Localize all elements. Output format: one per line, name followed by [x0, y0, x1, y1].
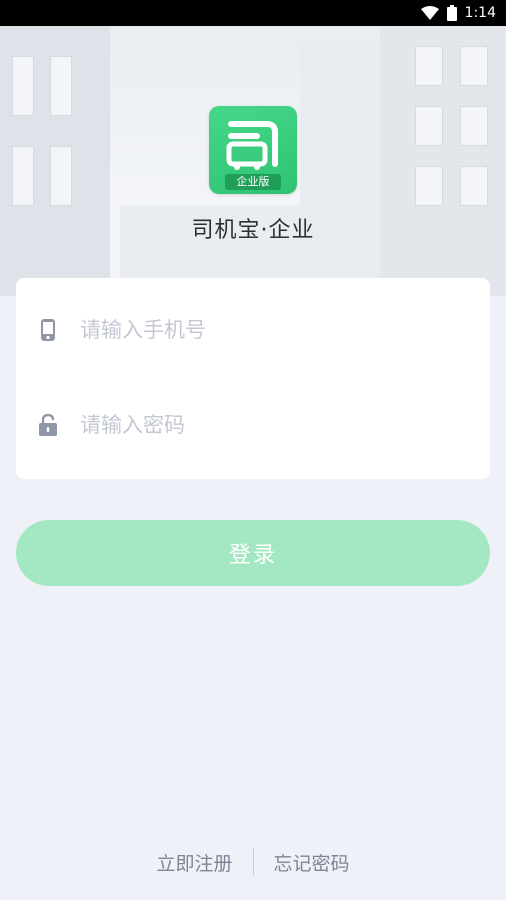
forgot-password-link[interactable]: 忘记密码 — [274, 849, 350, 876]
building-decoration — [300, 46, 380, 296]
password-field — [16, 377, 490, 473]
window-decoration — [415, 106, 443, 146]
battery-icon — [446, 5, 457, 21]
logo-badge: 企业版 — [225, 174, 281, 190]
window-decoration — [12, 146, 34, 206]
app-logo-icon: 企业版 — [209, 106, 297, 194]
phone-field — [16, 282, 490, 378]
login-form — [16, 278, 490, 479]
login-button[interactable]: 登录 — [16, 520, 490, 586]
register-link[interactable]: 立即注册 — [156, 849, 232, 876]
window-decoration — [12, 56, 34, 116]
footer-divider — [252, 848, 254, 876]
window-decoration — [415, 166, 443, 206]
window-decoration — [50, 146, 72, 206]
app-title: 司机宝·企业 — [191, 218, 315, 243]
window-decoration — [460, 166, 488, 206]
status-bar: 1:14 — [0, 0, 506, 26]
phone-icon — [16, 319, 80, 341]
window-decoration — [50, 56, 72, 116]
clock: 1:14 — [464, 5, 496, 21]
footer-links: 立即注册 忘记密码 — [0, 846, 506, 878]
window-decoration — [460, 106, 488, 146]
password-input[interactable] — [80, 413, 440, 437]
window-decoration — [415, 46, 443, 86]
wifi-icon — [420, 6, 439, 20]
unlock-icon — [16, 414, 80, 436]
phone-input[interactable] — [80, 318, 440, 342]
window-decoration — [460, 46, 488, 86]
